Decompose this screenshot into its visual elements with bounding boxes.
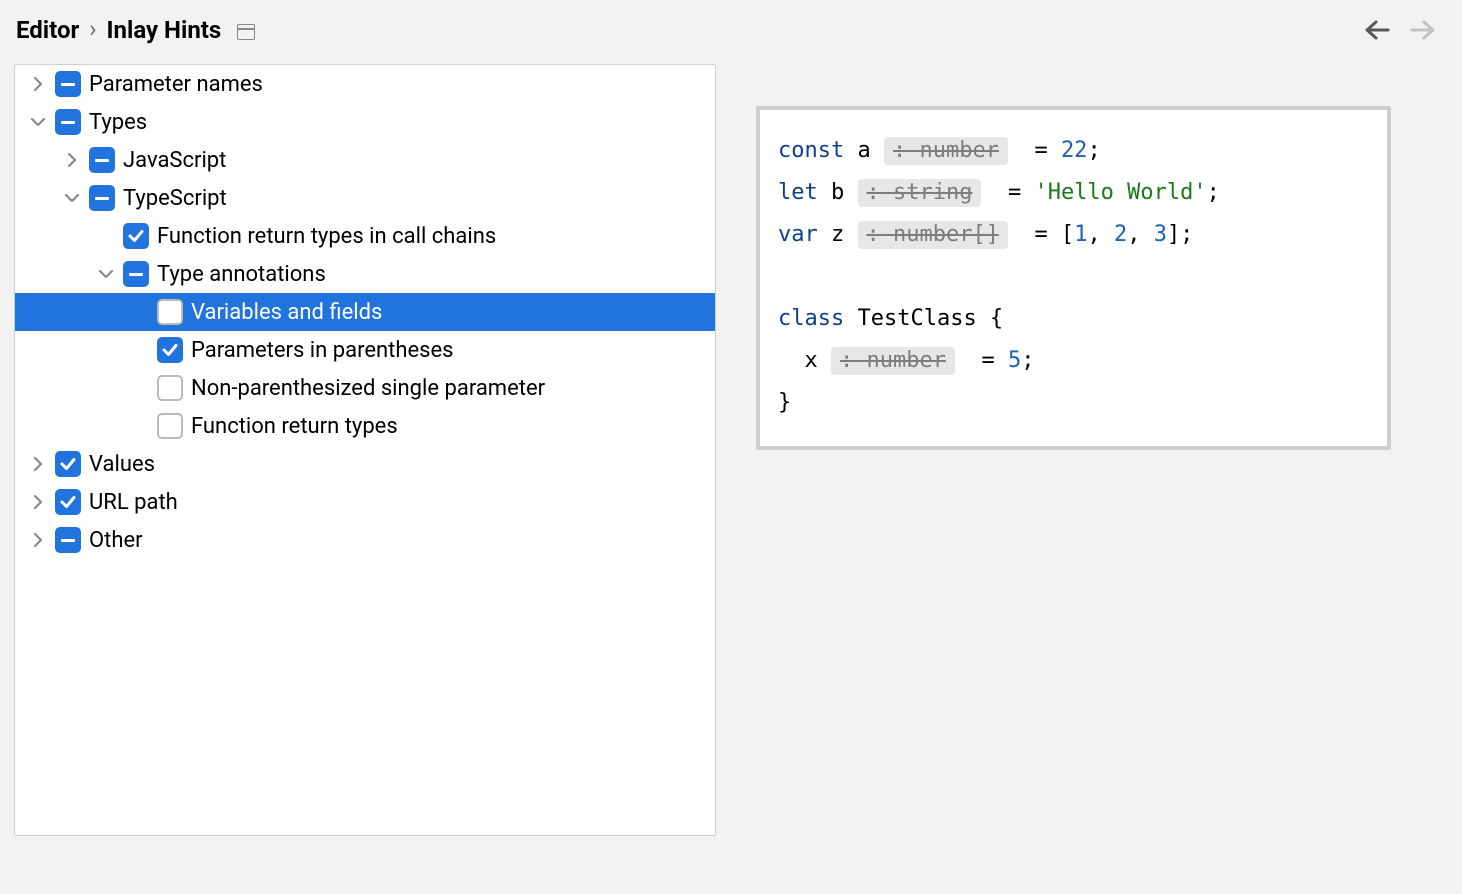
tree-item-label: Parameters in parentheses (191, 338, 454, 363)
chevron-right-icon[interactable] (21, 523, 55, 557)
forward-arrow-button[interactable] (1410, 19, 1436, 41)
tree-item-l_other[interactable]: Other (15, 521, 715, 559)
popup-icon[interactable] (237, 24, 255, 40)
settings-tree[interactable]: Parameter names Types JavaScript TypeScript… (14, 64, 716, 836)
chevron-down-icon[interactable] (21, 105, 55, 139)
checkbox[interactable] (55, 527, 81, 553)
code-keyword: const (778, 138, 844, 163)
breadcrumb: Editor › Inlay Hints (16, 16, 1446, 44)
chevron-none-icon (123, 333, 157, 367)
checkbox[interactable] (157, 413, 183, 439)
tree-item-label: Non-parenthesized single parameter (191, 376, 545, 401)
tree-item-l_vars[interactable]: Variables and fields (15, 293, 715, 331)
checkbox[interactable] (55, 71, 81, 97)
tree-item-l_params_paren[interactable]: Parameters in parentheses (15, 331, 715, 369)
tree-item-label: Values (89, 452, 155, 477)
chevron-none-icon (123, 371, 157, 405)
breadcrumb-parent[interactable]: Editor (16, 16, 79, 44)
chevron-right-icon[interactable] (21, 447, 55, 481)
breadcrumb-current: Inlay Hints (107, 16, 222, 44)
checkbox[interactable] (89, 185, 115, 211)
code-preview: const a : number = 22; let b : string = … (756, 106, 1391, 450)
tree-item-label: Types (89, 110, 147, 135)
tree-item-l_values[interactable]: Values (15, 445, 715, 483)
tree-item-label: Type annotations (157, 262, 326, 287)
inlay-hint: : number (884, 137, 1008, 165)
tree-item-l_ts[interactable]: TypeScript (15, 179, 715, 217)
tree-item-l_url[interactable]: URL path (15, 483, 715, 521)
code-keyword: class (778, 306, 844, 331)
tree-item-label: Parameter names (89, 72, 263, 97)
tree-item-label: Variables and fields (191, 300, 382, 325)
tree-item-label: TypeScript (123, 186, 227, 211)
checkbox[interactable] (157, 337, 183, 363)
checkbox[interactable] (157, 299, 183, 325)
tree-item-l_js[interactable]: JavaScript (15, 141, 715, 179)
inlay-hint: : number (831, 347, 955, 375)
chevron-down-icon[interactable] (55, 181, 89, 215)
tree-item-l_fn_ret[interactable]: Function return types (15, 407, 715, 445)
tree-item-label: Other (89, 528, 143, 553)
chevron-right-icon[interactable] (55, 143, 89, 177)
checkbox[interactable] (157, 375, 183, 401)
chevron-none-icon (123, 295, 157, 329)
checkbox[interactable] (89, 147, 115, 173)
tree-item-label: Function return types in call chains (157, 224, 496, 249)
chevron-down-icon[interactable] (89, 257, 123, 291)
tree-item-l_type_ann[interactable]: Type annotations (15, 255, 715, 293)
checkbox[interactable] (123, 261, 149, 287)
breadcrumb-separator: › (89, 15, 96, 43)
tree-item-label: URL path (89, 490, 178, 515)
code-keyword: let (778, 180, 818, 205)
tree-item-label: JavaScript (123, 148, 226, 173)
chevron-none-icon (89, 219, 123, 253)
tree-item-l_types[interactable]: Types (15, 103, 715, 141)
checkbox[interactable] (55, 109, 81, 135)
tree-item-l_param[interactable]: Parameter names (15, 65, 715, 103)
checkbox[interactable] (55, 489, 81, 515)
code-keyword: var (778, 222, 818, 247)
inlay-hint: : number[] (858, 221, 1008, 249)
tree-item-l_nonparen[interactable]: Non-parenthesized single parameter (15, 369, 715, 407)
checkbox[interactable] (123, 223, 149, 249)
chevron-none-icon (123, 409, 157, 443)
chevron-right-icon[interactable] (21, 67, 55, 101)
back-arrow-button[interactable] (1364, 19, 1390, 41)
checkbox[interactable] (55, 451, 81, 477)
tree-item-l_fn_chains[interactable]: Function return types in call chains (15, 217, 715, 255)
inlay-hint: : string (858, 179, 982, 207)
tree-item-label: Function return types (191, 414, 398, 439)
chevron-right-icon[interactable] (21, 485, 55, 519)
